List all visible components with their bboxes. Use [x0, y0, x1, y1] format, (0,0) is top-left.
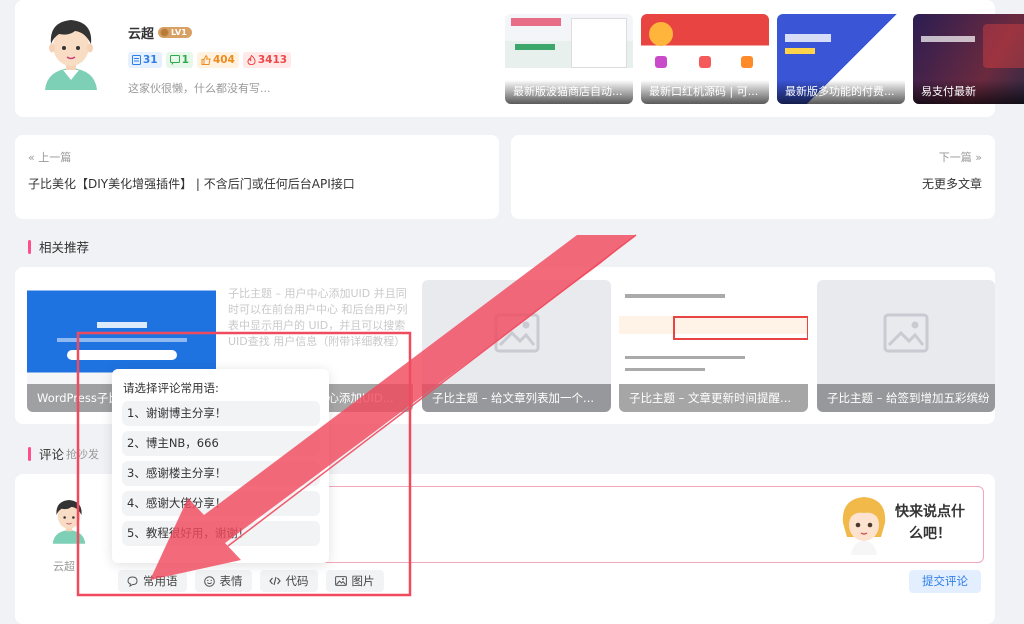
medal-icon [160, 28, 170, 37]
author-name[interactable]: 云超 LV1 [128, 23, 192, 42]
image-placeholder-icon [494, 313, 539, 353]
phrase-option[interactable]: 4、感谢大佬分享！ [122, 491, 320, 516]
next-label-text: 下一篇 [938, 151, 972, 164]
phrase-option[interactable]: 2、博主NB，666 [122, 431, 320, 456]
hot-count: 3413 [257, 54, 288, 66]
related-post[interactable]: 子比主题 – 文章更新时间提醒... [619, 280, 808, 412]
author-post-caption[interactable]: 最新版多功能的付费... [777, 80, 905, 104]
author-card: 云超 LV1 31 1 404 3413 这家伙很懒，什么都没有写... 最新版… [15, 0, 1024, 117]
prev-post-title[interactable]: 子比美化【DIY美化增强插件】 | 不含后门或任何后台API接口 [28, 175, 355, 192]
double-chevron-left-icon: « [28, 151, 35, 164]
related-post[interactable]: 子比主题 – 给文章列表加一个... [422, 280, 611, 412]
comments-subheading: 抢沙发 [66, 447, 100, 461]
comments-count-badge: 1 [165, 52, 193, 68]
next-post-card[interactable]: 下一篇 » 无更多文章 [511, 135, 995, 219]
chat-bubble-icon [127, 575, 138, 587]
emoji-button[interactable]: 表情 [194, 570, 252, 592]
level-badge: LV1 [158, 27, 192, 38]
comments-heading-text: 评论 [39, 447, 65, 462]
commenter-name: 云超 [53, 560, 75, 573]
level-text: LV1 [171, 28, 187, 37]
image-icon [334, 576, 347, 586]
next-post-title[interactable]: 无更多文章 [922, 175, 982, 192]
prev-label-text: 上一篇 [38, 151, 72, 164]
submit-comment-button[interactable]: 提交评论 [909, 570, 981, 593]
comment-toolbar: 常用语 表情 代码 图片 [118, 570, 384, 592]
hot-count-badge: 3413 [242, 52, 292, 68]
author-post-thumb[interactable]: 最新版多功能的付费... [777, 14, 905, 104]
phrases-popup: 请选择评论常用语: 1、谢谢博主分享！ 2、博主NB，666 3、感谢楼主分享！… [112, 369, 329, 563]
phrases-label: 常用语 [143, 574, 178, 588]
emoji-label: 表情 [219, 574, 243, 588]
author-name-text[interactable]: 云超 [128, 23, 154, 42]
fire-icon [247, 55, 256, 65]
image-button[interactable]: 图片 [325, 570, 384, 592]
related-post-caption[interactable]: 子比主题 – 给文章列表加一个... [422, 384, 611, 412]
smile-icon [203, 575, 215, 587]
heading-accent-bar [28, 239, 31, 254]
prev-post-label[interactable]: « 上一篇 [28, 149, 71, 165]
popup-title: 请选择评论常用语: [123, 381, 219, 395]
prev-post-card[interactable]: « 上一篇 子比美化【DIY美化增强插件】 | 不含后门或任何后台API接口 [15, 135, 499, 219]
phrase-option[interactable]: 3、感谢楼主分享！ [122, 461, 320, 486]
heading-accent-bar [28, 446, 31, 461]
code-label: 代码 [285, 574, 309, 588]
comment-icon [169, 55, 180, 65]
likes-count-badge: 404 [196, 52, 239, 68]
author-post-caption[interactable]: 最新口红机源码 | 可... [641, 80, 769, 104]
author-avatar[interactable] [39, 14, 103, 90]
cartoon-girl-icon [842, 497, 886, 555]
likes-count: 404 [212, 54, 235, 66]
phrase-option[interactable]: 5、教程很好用，谢谢！ [122, 521, 320, 546]
related-post-caption[interactable]: 子比主题 – 文章更新时间提醒... [619, 384, 808, 412]
commenter-avatar[interactable] [49, 494, 89, 546]
related-heading-text: 相关推荐 [39, 240, 90, 255]
double-chevron-right-icon: » [975, 151, 982, 164]
document-icon [132, 55, 141, 65]
related-post[interactable]: 子比主题 – 给签到增加五彩缤纷 [817, 280, 995, 412]
author-bio: 这家伙很懒，什么都没有写... [128, 82, 271, 95]
phrase-option[interactable]: 1、谢谢博主分享！ [122, 401, 320, 426]
thumbs-up-icon [201, 55, 211, 65]
broken-image-alt-text: 子比主题 – 用户中心添加UID 并且同时可以在前台用户中心 和后台用户列表中显… [228, 287, 408, 348]
phrases-button[interactable]: 常用语 [118, 570, 187, 592]
comments-heading: 评论 抢沙发 [28, 444, 99, 463]
related-heading: 相关推荐 [28, 237, 89, 256]
posts-count-badge: 31 [128, 52, 162, 68]
next-post-label[interactable]: 下一篇 » [939, 149, 982, 165]
comment-sticker: 快来说点什么吧！ [839, 493, 969, 557]
author-stats: 31 1 404 3413 [128, 52, 292, 68]
author-post-caption[interactable]: 易支付最新 [913, 80, 1024, 104]
image-placeholder-icon [883, 313, 929, 353]
posts-count: 31 [143, 54, 158, 66]
comments-count: 1 [181, 54, 189, 66]
code-button[interactable]: 代码 [259, 570, 318, 592]
sticker-text: 快来说点什么吧！ [895, 504, 965, 542]
image-label: 图片 [351, 574, 375, 588]
author-posts: 最新版波猫商店自动... 最新口红机源码 | 可... 最新版多功能的付费...… [505, 14, 1024, 104]
related-post-caption[interactable]: 子比主题 – 给签到增加五彩缤纷 [817, 384, 995, 412]
author-post-thumb[interactable]: 易支付最新 [913, 14, 1024, 104]
author-post-caption[interactable]: 最新版波猫商店自动... [505, 80, 633, 104]
code-icon [268, 576, 281, 586]
author-post-thumb[interactable]: 最新版波猫商店自动... [505, 14, 633, 104]
author-post-thumb[interactable]: 最新口红机源码 | 可... [641, 14, 769, 104]
